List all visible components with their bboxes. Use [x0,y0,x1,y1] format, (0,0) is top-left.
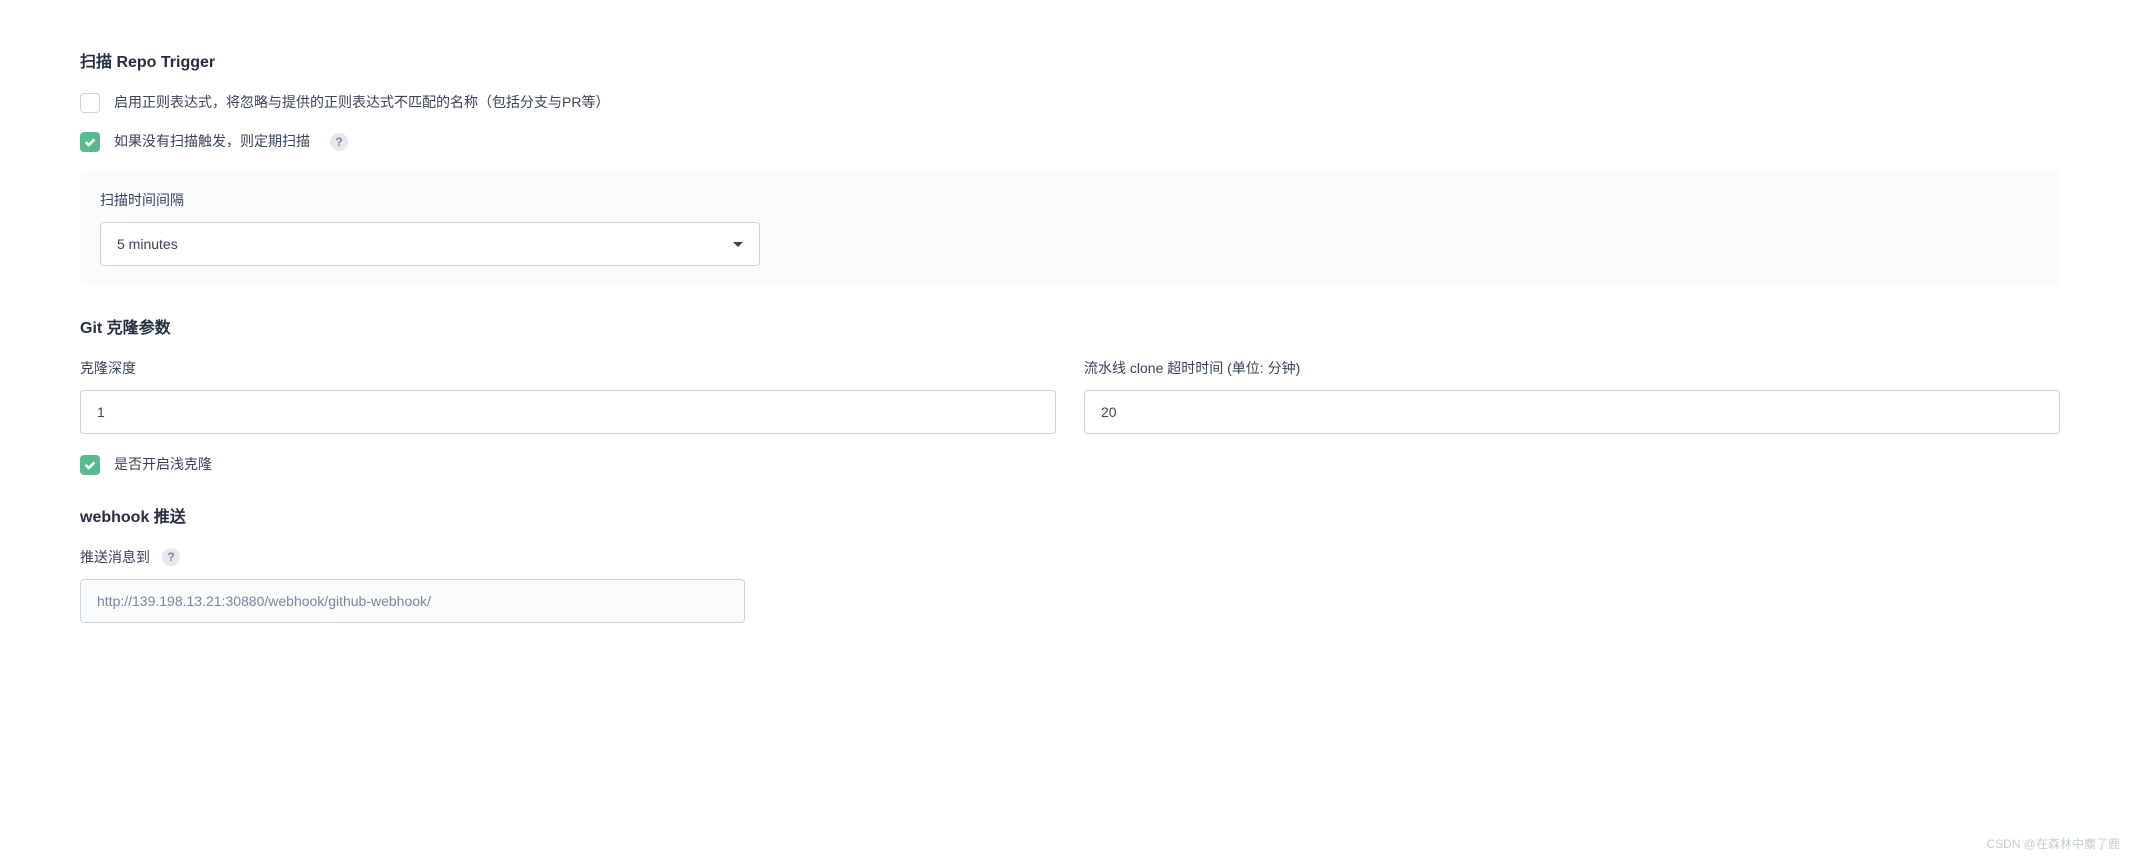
interval-label: 扫描时间间隔 [100,190,2040,210]
periodic-checkbox-label: 如果没有扫描触发，则定期扫描 [114,131,310,152]
webhook-title: webhook 推送 [80,503,2060,527]
regex-checkbox-label: 启用正则表达式，将忽略与提供的正则表达式不匹配的名称（包括分支与PR等） [114,92,609,113]
push-to-label: 推送消息到 [80,547,150,567]
git-clone-fields: 克隆深度 流水线 clone 超时时间 (单位: 分钟) [80,358,2060,434]
interval-panel: 扫描时间间隔 [80,170,2060,286]
regex-checkbox[interactable] [80,93,100,113]
help-icon[interactable]: ? [162,548,180,566]
shallow-checkbox[interactable] [80,455,100,475]
webhook-url-input[interactable] [80,579,745,623]
watermark: CSDN @在森林中麋了鹿 [1986,835,2120,852]
interval-select[interactable] [100,222,760,266]
timeout-field: 流水线 clone 超时时间 (单位: 分钟) [1084,358,2060,434]
shallow-checkbox-row: 是否开启浅克隆 [80,454,2060,475]
depth-label: 克隆深度 [80,358,1056,378]
shallow-checkbox-label: 是否开启浅克隆 [114,454,212,475]
scan-trigger-title: 扫描 Repo Trigger [80,48,2060,72]
interval-select-wrapper [100,222,760,266]
help-icon[interactable]: ? [330,133,348,151]
webhook-input-wrap [80,579,745,623]
periodic-checkbox-row: 如果没有扫描触发，则定期扫描 ? [80,131,2060,152]
depth-field: 克隆深度 [80,358,1056,434]
regex-checkbox-row: 启用正则表达式，将忽略与提供的正则表达式不匹配的名称（包括分支与PR等） [80,92,2060,113]
periodic-checkbox[interactable] [80,132,100,152]
timeout-input[interactable] [1084,390,2060,434]
depth-input[interactable] [80,390,1056,434]
check-icon [83,135,97,149]
push-to-label-row: 推送消息到 ? [80,547,2060,567]
timeout-label: 流水线 clone 超时时间 (单位: 分钟) [1084,358,2060,378]
check-icon [83,458,97,472]
git-clone-title: Git 克隆参数 [80,314,2060,338]
